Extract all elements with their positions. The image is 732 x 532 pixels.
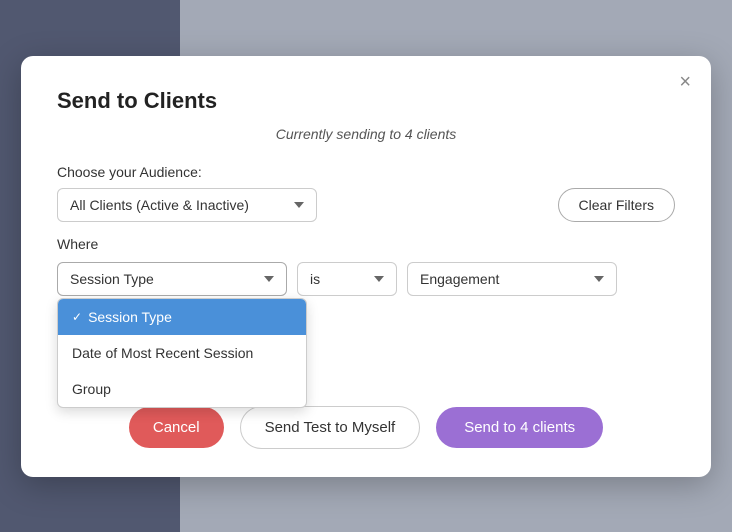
modal-footer: Cancel Send Test to Myself Send to 4 cli… [57, 406, 675, 449]
dropdown-item-group[interactable]: Group [58, 371, 306, 407]
dropdown-item-label: Date of Most Recent Session [72, 345, 253, 361]
modal-subtitle: Currently sending to 4 clients [57, 126, 675, 142]
field-dropdown-wrapper: Session Type ✓ Session Type Date of Most… [57, 262, 287, 296]
audience-chevron-icon [294, 202, 304, 208]
operator-select[interactable]: is [297, 262, 397, 296]
value-select[interactable]: Engagement [407, 262, 617, 296]
dropdown-item-label: Group [72, 381, 111, 397]
where-row: Session Type ✓ Session Type Date of Most… [57, 262, 675, 296]
field-chevron-icon [264, 276, 274, 282]
field-dropdown[interactable]: Session Type [57, 262, 287, 296]
field-dropdown-value: Session Type [70, 271, 154, 287]
field-dropdown-menu: ✓ Session Type Date of Most Recent Sessi… [57, 298, 307, 408]
modal-dialog: × Send to Clients Currently sending to 4… [21, 56, 711, 477]
dropdown-item-session-type[interactable]: ✓ Session Type [58, 299, 306, 335]
operator-chevron-icon [374, 276, 384, 282]
send-clients-button[interactable]: Send to 4 clients [436, 407, 603, 448]
audience-select[interactable]: All Clients (Active & Inactive) [57, 188, 317, 222]
audience-label: Choose your Audience: [57, 164, 558, 180]
modal-overlay: × Send to Clients Currently sending to 4… [0, 0, 732, 532]
dropdown-item-label: Session Type [88, 309, 172, 325]
modal-title: Send to Clients [57, 88, 675, 114]
audience-row: Choose your Audience: All Clients (Activ… [57, 164, 675, 222]
audience-left: Choose your Audience: All Clients (Activ… [57, 164, 558, 222]
send-test-button[interactable]: Send Test to Myself [240, 406, 421, 449]
value-chevron-icon [594, 276, 604, 282]
value-select-text: Engagement [420, 271, 499, 287]
where-label: Where [57, 236, 675, 252]
clear-filters-button[interactable]: Clear Filters [558, 188, 675, 222]
operator-value: is [310, 271, 320, 287]
audience-select-value: All Clients (Active & Inactive) [70, 197, 249, 213]
dropdown-item-recent-session[interactable]: Date of Most Recent Session [58, 335, 306, 371]
cancel-button[interactable]: Cancel [129, 407, 224, 448]
modal-close-button[interactable]: × [679, 72, 691, 92]
check-icon: ✓ [72, 310, 82, 324]
